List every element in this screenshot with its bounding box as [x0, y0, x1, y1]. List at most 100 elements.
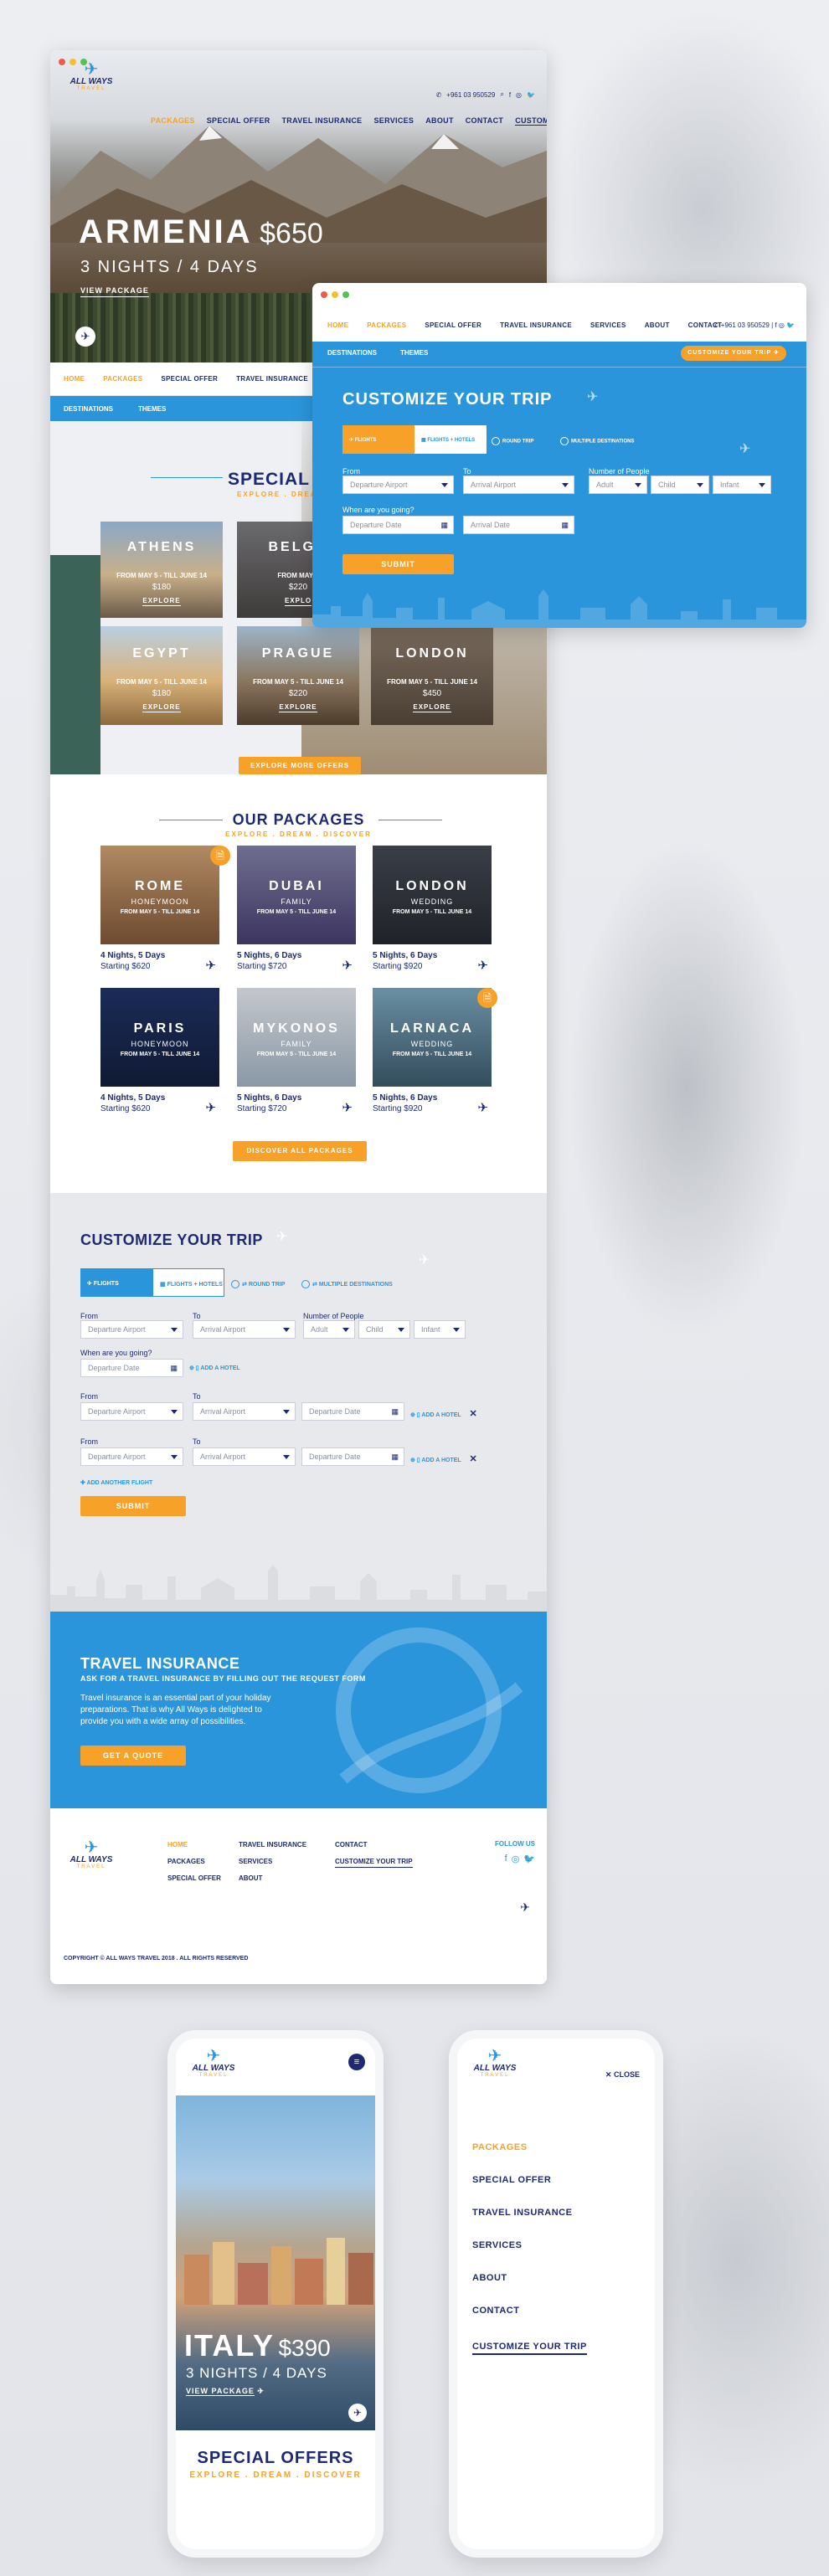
adult-stepper[interactable]: Adult [303, 1320, 355, 1339]
footer-link-contact[interactable]: CONTACT [335, 1837, 413, 1854]
departure-airport-select[interactable]: Departure Airport [342, 476, 454, 494]
footer-logo[interactable]: ✈ ALL WAYS TRAVEL [62, 1839, 121, 1869]
plane-icon[interactable]: ✈ [342, 1100, 353, 1115]
close-dot[interactable] [321, 291, 327, 298]
package-gift-badge-icon[interactable]: 🗎 [210, 846, 230, 866]
infant-stepper[interactable]: Infant [414, 1320, 466, 1339]
sticky-nav-travel-insurance[interactable]: TRAVEL INSURANCE [236, 375, 308, 383]
departure-date-input[interactable]: Departure Date ▦ [342, 516, 454, 534]
logo[interactable]: ✈ ALL WAYS TRAVEL [62, 61, 121, 91]
mobile-menu-contact[interactable]: CONTACT [472, 2306, 587, 2316]
option-multiple-destinations[interactable]: MULTIPLE DESTINATIONS [560, 437, 634, 445]
footer-link-about[interactable]: ABOUT [239, 1870, 306, 1887]
discover-all-packages-button[interactable]: DISCOVER ALL PACKAGES [233, 1141, 367, 1161]
subnav-destinations[interactable]: DESTINATIONS [327, 349, 377, 357]
add-another-flight-link[interactable]: ✚ ADD ANOTHER FLIGHT [80, 1479, 152, 1486]
sticky-nav-special-offer[interactable]: SPECIAL OFFER [161, 375, 218, 383]
instagram-icon[interactable]: ◎ [512, 1854, 520, 1864]
mobile-menu-packages[interactable]: PACKAGES [472, 2142, 587, 2152]
adult-stepper[interactable]: Adult [589, 476, 647, 494]
footer-link-special-offer[interactable]: SPECIAL OFFER [167, 1870, 221, 1887]
subnav-destinations[interactable]: DESTINATIONS [64, 405, 113, 421]
hero-view-package-link[interactable]: VIEW PACKAGE [80, 286, 149, 297]
overlay-submit-button[interactable]: SUBMIT [342, 554, 454, 574]
plane-icon[interactable]: ✈ [205, 958, 216, 973]
departure-date-input-3[interactable]: Departure Date ▦ [301, 1447, 404, 1466]
explore-more-offers-button[interactable]: EXPLORE MORE OFFERS [239, 757, 361, 774]
nav-special-offer[interactable]: SPECIAL OFFER [425, 321, 481, 329]
add-hotel-link[interactable]: ⊕ ▯ ADD A HOTEL [189, 1365, 240, 1371]
mobile-menu-customize[interactable]: CUSTOMIZE YOUR TRIP [472, 2342, 587, 2355]
twitter-icon[interactable]: 🐦 [527, 91, 535, 99]
package-card-rome[interactable]: ROME HONEYMOON FROM MAY 5 - TILL JUNE 14 4 … [100, 846, 219, 973]
nav-services[interactable]: SERVICES [590, 321, 626, 329]
nav-about[interactable]: ABOUT [425, 116, 454, 126]
nav-packages[interactable]: PACKAGES [151, 116, 195, 126]
mobile-menu-travel-insurance[interactable]: TRAVEL INSURANCE [472, 2208, 587, 2218]
sticky-nav-home[interactable]: HOME [64, 375, 85, 383]
facebook-icon[interactable]: f [509, 91, 511, 99]
nav-travel-insurance[interactable]: TRAVEL INSURANCE [282, 116, 363, 126]
plane-icon[interactable]: ✈ [477, 958, 488, 973]
maximize-dot[interactable] [342, 291, 349, 298]
departure-airport-select-2[interactable]: Departure Airport [80, 1402, 183, 1421]
submit-button[interactable]: SUBMIT [80, 1496, 186, 1516]
special-card-prague[interactable]: PRAGUE FROM MAY 5 - TILL JUNE 14 $220 EX… [237, 626, 359, 725]
close-dot[interactable] [59, 59, 65, 65]
phone-number[interactable]: +961 03 950529 [721, 321, 770, 329]
card-explore-link[interactable]: EXPLORE [142, 597, 181, 606]
minimize-dot[interactable] [332, 291, 338, 298]
package-card-larnaca[interactable]: LARNACA WEDDING FROM MAY 5 - TILL JUNE 14 5… [373, 988, 492, 1115]
maximize-dot[interactable] [80, 59, 87, 65]
card-explore-link[interactable]: EXPLORE [413, 703, 451, 712]
twitter-icon[interactable]: 🐦 [523, 1854, 535, 1864]
footer-link-home[interactable]: HOME [167, 1837, 221, 1854]
package-gift-badge-icon[interactable]: 🗎 [477, 988, 497, 1008]
arrival-airport-select[interactable]: Arrival Airport [463, 476, 574, 494]
arrival-airport-select-2[interactable]: Arrival Airport [193, 1402, 296, 1421]
nav-services[interactable]: SERVICES [373, 116, 414, 126]
child-stepper[interactable]: Child [651, 476, 709, 494]
mobile-plane-badge-icon[interactable]: ✈ [348, 2404, 367, 2422]
mobile-menu-special-offer[interactable]: SPECIAL OFFER [472, 2175, 587, 2185]
departure-airport-select[interactable]: Departure Airport [80, 1320, 183, 1339]
footer-link-packages[interactable]: PACKAGES [167, 1854, 221, 1870]
nav-special-offer[interactable]: SPECIAL OFFER [207, 116, 270, 126]
back-to-top-plane-icon[interactable]: ✈ [520, 1900, 530, 1915]
add-hotel-link-2[interactable]: ⊕ ▯ ADD A HOTEL ✕ [410, 1408, 477, 1419]
special-card-london[interactable]: LONDON FROM MAY 5 - TILL JUNE 14 $450 EX… [371, 626, 493, 725]
tab-flights[interactable]: ✈ FLIGHTS [80, 1268, 152, 1297]
footer-link-travel-insurance[interactable]: TRAVEL INSURANCE [239, 1837, 306, 1854]
option-round-trip[interactable]: ⇄ ROUND TRIP [231, 1280, 285, 1288]
nav-packages[interactable]: PACKAGES [367, 321, 406, 329]
package-card-dubai[interactable]: DUBAI FAMILY FROM MAY 5 - TILL JUNE 14 5 Ni… [237, 846, 356, 973]
option-round-trip[interactable]: ROUND TRIP [492, 437, 533, 445]
minimize-dot[interactable] [70, 59, 76, 65]
sticky-nav-packages[interactable]: PACKAGES [103, 375, 142, 383]
plane-icon[interactable]: ✈ [342, 958, 353, 973]
departure-date-input[interactable]: Departure Date ▦ [80, 1359, 183, 1377]
get-a-quote-button[interactable]: GET A QUOTE [80, 1746, 186, 1766]
arrival-airport-select-3[interactable]: Arrival Airport [193, 1447, 296, 1466]
nav-contact[interactable]: CONTACT [466, 116, 503, 126]
special-card-athens[interactable]: ATHENS FROM MAY 5 - TILL JUNE 14 $180 EX… [100, 522, 223, 618]
subnav-themes[interactable]: THEMES [400, 349, 428, 357]
card-explore-link[interactable]: EXPLORE [142, 703, 181, 712]
subnav-themes[interactable]: THEMES [138, 405, 166, 421]
hero-plane-badge-icon[interactable]: ✈ [75, 326, 95, 347]
facebook-icon[interactable]: f [505, 1854, 507, 1864]
menu-close-button[interactable]: ✕ CLOSE [605, 2070, 640, 2080]
tab-flights-hotels[interactable]: ▦ FLIGHTS + HOTELS [414, 425, 487, 454]
search-icon[interactable]: ⌕ [500, 90, 503, 99]
arrival-date-input[interactable]: Arrival Date ▦ [463, 516, 574, 534]
special-card-egypt[interactable]: EGYPT FROM MAY 5 - TILL JUNE 14 $180 EXP… [100, 626, 223, 725]
mobile-menu-services[interactable]: SERVICES [472, 2240, 587, 2250]
mobile-logo[interactable]: ✈ ALL WAYS TRAVEL [466, 2048, 524, 2078]
customize-trip-pill[interactable]: CUSTOMIZE YOUR TRIP ✈ [681, 346, 786, 361]
phone-number[interactable]: +961 03 950529 [446, 91, 495, 99]
instagram-icon[interactable]: ◎ [516, 91, 522, 99]
nav-customize-trip[interactable]: CUSTOMIZE YOUR TRIP [515, 116, 547, 126]
plane-icon[interactable]: ✈ [477, 1100, 488, 1115]
package-card-paris[interactable]: PARIS HONEYMOON FROM MAY 5 - TILL JUNE 14 4… [100, 988, 219, 1115]
add-hotel-link-3[interactable]: ⊕ ▯ ADD A HOTEL ✕ [410, 1453, 477, 1464]
